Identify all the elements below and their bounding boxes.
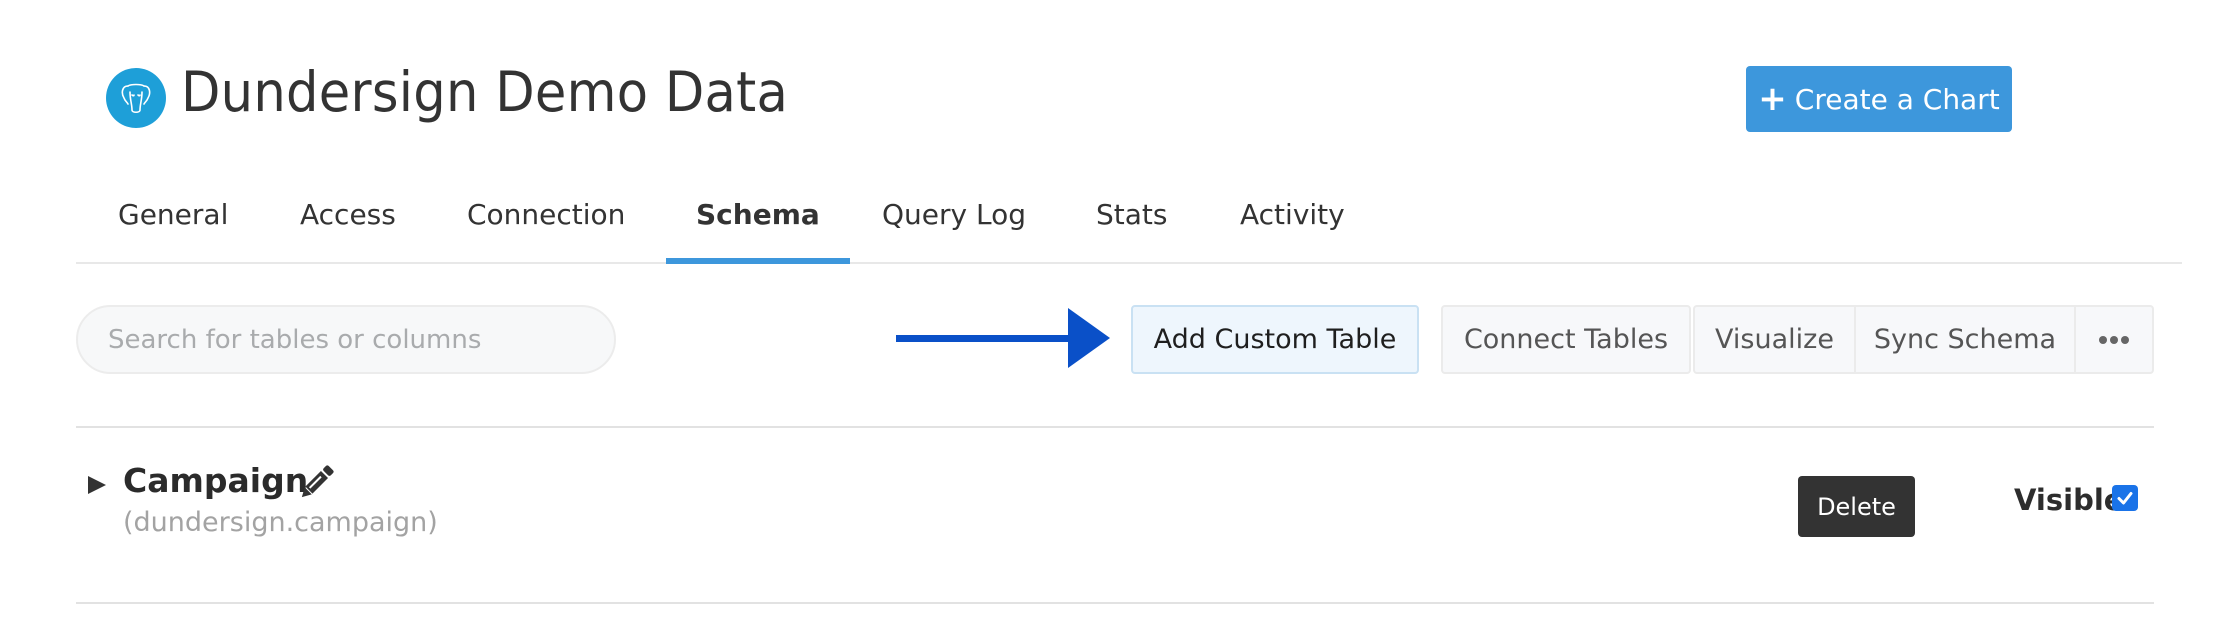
tab-label: Stats xyxy=(1096,198,1168,231)
create-chart-label: Create a Chart xyxy=(1794,82,2000,116)
more-options-button[interactable] xyxy=(2074,305,2154,374)
arrow-right-icon xyxy=(896,308,1110,368)
tab-query-log[interactable]: Query Log xyxy=(882,186,1026,262)
tab-label: Schema xyxy=(696,198,820,231)
search-input[interactable] xyxy=(76,305,616,374)
ellipsis-icon xyxy=(2099,335,2129,344)
tab-label: Connection xyxy=(467,198,626,231)
table-name: Campaign xyxy=(123,461,309,500)
visible-checkbox[interactable] xyxy=(2112,485,2138,511)
checkmark-icon xyxy=(2117,492,2133,505)
expand-toggle-icon[interactable] xyxy=(88,476,106,494)
tab-label: General xyxy=(118,198,229,231)
page-title: Dundersign Demo Data xyxy=(181,60,789,124)
tab-schema[interactable]: Schema xyxy=(666,186,850,264)
tab-label: Access xyxy=(300,198,396,231)
visualize-button[interactable]: Visualize xyxy=(1693,305,1856,374)
add-custom-table-button[interactable]: Add Custom Table xyxy=(1131,305,1419,374)
tab-label: Activity xyxy=(1240,198,1345,231)
tab-bar: General Access Connection Schema Query L… xyxy=(76,186,2182,264)
tab-stats[interactable]: Stats xyxy=(1096,186,1167,262)
postgresql-logo xyxy=(106,68,166,128)
tab-general[interactable]: General xyxy=(118,186,228,262)
plus-icon: + xyxy=(1758,79,1787,119)
tab-activity[interactable]: Activity xyxy=(1240,186,1345,262)
sync-schema-button[interactable]: Sync Schema xyxy=(1854,305,2076,374)
table-qualified-name: (dundersign.campaign) xyxy=(123,507,438,538)
row-divider xyxy=(76,602,2154,604)
delete-button[interactable]: Delete xyxy=(1798,476,1915,537)
tab-connection[interactable]: Connection xyxy=(467,186,625,262)
tab-access[interactable]: Access xyxy=(300,186,396,262)
connect-tables-button[interactable]: Connect Tables xyxy=(1441,305,1691,374)
tab-label: Query Log xyxy=(882,198,1027,231)
visible-label: Visible xyxy=(2014,483,2124,517)
postgresql-elephant-icon xyxy=(121,83,151,114)
create-chart-button[interactable]: + Create a Chart xyxy=(1746,66,2012,132)
section-divider xyxy=(76,426,2154,428)
pencil-edit-icon[interactable] xyxy=(296,462,336,504)
